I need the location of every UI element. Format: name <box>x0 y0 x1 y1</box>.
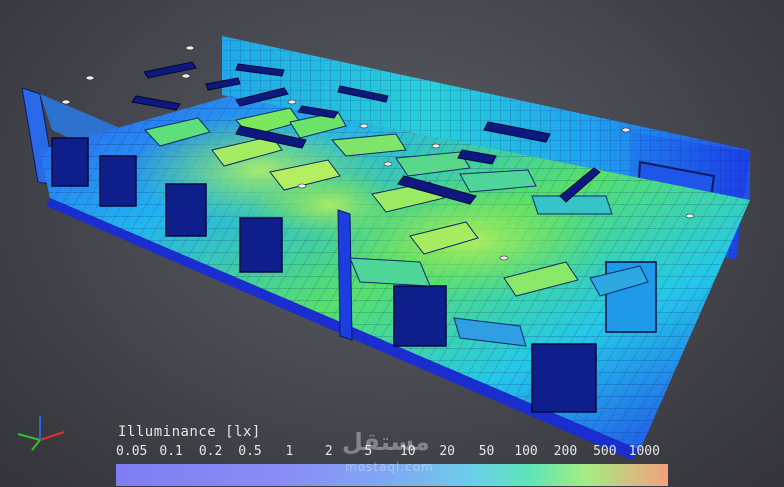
watermark-logo: مستقل <box>342 428 430 456</box>
legend-tick: 0.1 <box>159 444 183 459</box>
legend-tick: 0.2 <box>198 444 223 459</box>
legend-tick: 200 <box>553 444 578 459</box>
lighting-render-scene <box>21 36 750 460</box>
legend-tick: 100 <box>514 444 538 459</box>
legend-tick: 1000 <box>628 444 660 459</box>
legend-tick: 2 <box>324 444 333 459</box>
axis-y <box>17 433 41 441</box>
legend-tick: 1 <box>285 444 294 459</box>
legend-tick: 20 <box>439 444 455 459</box>
legend-tick: 0.05 <box>116 444 148 459</box>
watermark-url: mostaql.com <box>345 460 434 474</box>
legend-title: Illuminance [lx] <box>118 424 261 440</box>
legend-tick: 500 <box>593 444 617 459</box>
legend-tick: 0.5 <box>238 444 262 459</box>
axis-triad <box>17 416 65 451</box>
legend-tick: 50 <box>478 444 495 459</box>
partition-wall <box>337 209 353 341</box>
axis-x <box>39 431 65 441</box>
